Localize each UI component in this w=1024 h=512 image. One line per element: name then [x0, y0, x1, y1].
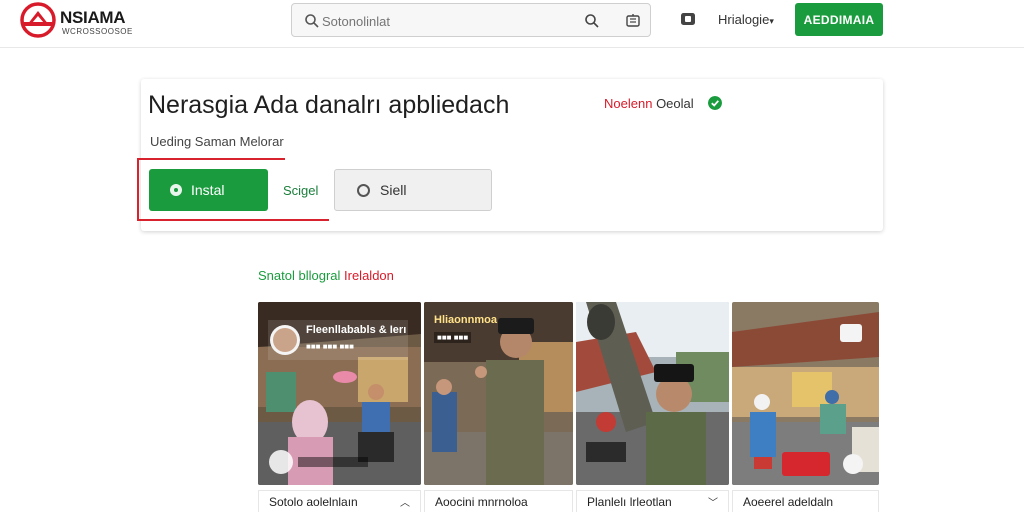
- caption-text: Sotolo aolelnlaın: [269, 494, 358, 509]
- publisher-name: Noelenn: [604, 96, 653, 111]
- gallery-image[interactable]: [732, 302, 879, 485]
- logo-subtitle: WCROSSOOSOE: [62, 27, 133, 36]
- caption-text: Aoocini mnrnoloa: [435, 494, 528, 509]
- language-selector[interactable]: Hrialogie▾: [718, 12, 774, 27]
- highlight-bottom: [137, 219, 329, 221]
- language-label: Hrialogie: [718, 12, 770, 27]
- search-submit-icon[interactable]: [584, 13, 600, 29]
- gallery-overlay-subtitle: ■■■ ■■■ ■■■: [306, 342, 354, 351]
- gallery-overlay-title: Hliaonnmoa: [434, 314, 497, 326]
- chevron-down-icon: ▾: [769, 16, 774, 26]
- search-input[interactable]: [322, 11, 562, 31]
- logo-icon: [20, 2, 56, 38]
- gallery-caption: Planlelı lrleotlan ﹀: [576, 490, 729, 512]
- secondary-link[interactable]: Scigel: [283, 183, 318, 198]
- install-icon: [170, 184, 182, 196]
- chevron-down-icon[interactable]: ﹀: [708, 494, 718, 509]
- app-subtitle: Ueding Saman Melorar: [150, 134, 284, 149]
- search-bar[interactable]: [291, 3, 651, 37]
- top-bar: NSIAMA WCROSSOOSOE Hrialogie▾ AEDDIMAIA: [0, 0, 1024, 48]
- gallery-overlay-subtitle: ■■■ ■■■: [434, 332, 472, 343]
- share-button[interactable]: Siell: [334, 169, 492, 211]
- header-cta-button[interactable]: AEDDIMAIA: [795, 3, 883, 36]
- verified-icon: [708, 96, 722, 110]
- screenshot-gallery: Fleenllababls & Ierı ■■■ ■■■ ■■■ Sotolo …: [258, 302, 879, 512]
- logo[interactable]: NSIAMA WCROSSOOSOE: [20, 2, 135, 40]
- publisher[interactable]: Noelenn Oeolal: [604, 96, 694, 111]
- caption-text: Aoeerel adeldaln: [743, 494, 834, 509]
- chevron-up-icon[interactable]: ︿: [400, 494, 410, 509]
- gallery-image[interactable]: [576, 302, 729, 485]
- section-title-primary: Snatol bllogral: [258, 268, 341, 283]
- install-label: Instal: [191, 182, 225, 198]
- gallery-caption: Aoeerel adeldaln: [732, 490, 879, 512]
- highlight-top: [137, 158, 285, 160]
- section-title-secondary: Irelaldon: [344, 268, 394, 283]
- caption-text: Planlelı lrleotlan: [587, 494, 672, 509]
- install-button[interactable]: Instal: [149, 169, 268, 211]
- search-icon: [305, 14, 319, 28]
- share-label: Siell: [380, 182, 407, 198]
- gallery-overlay-title: Fleenllababls & Ierı: [306, 324, 407, 336]
- notification-icon[interactable]: [679, 10, 697, 28]
- app-title: Nerasgia Ada danalrı apbliedach: [148, 91, 510, 119]
- keyboard-icon[interactable]: [625, 13, 641, 29]
- gallery-caption: Aoocini mnrnoloa: [424, 490, 573, 512]
- highlight-left: [137, 158, 139, 220]
- gallery-image[interactable]: Fleenllababls & Ierı ■■■ ■■■ ■■■: [258, 302, 421, 485]
- publisher-label: Oeolal: [656, 96, 694, 111]
- circle-icon: [357, 183, 370, 197]
- gallery-image[interactable]: Hliaonnmoa ■■■ ■■■: [424, 302, 573, 485]
- gallery-caption: Sotolo aolelnlaın ︿: [258, 490, 421, 512]
- app-card: Nerasgia Ada danalrı apbliedach Noelenn …: [141, 79, 883, 231]
- logo-title: NSIAMA: [60, 8, 126, 27]
- section-title: Snatol bllogral Irelaldon: [258, 268, 394, 283]
